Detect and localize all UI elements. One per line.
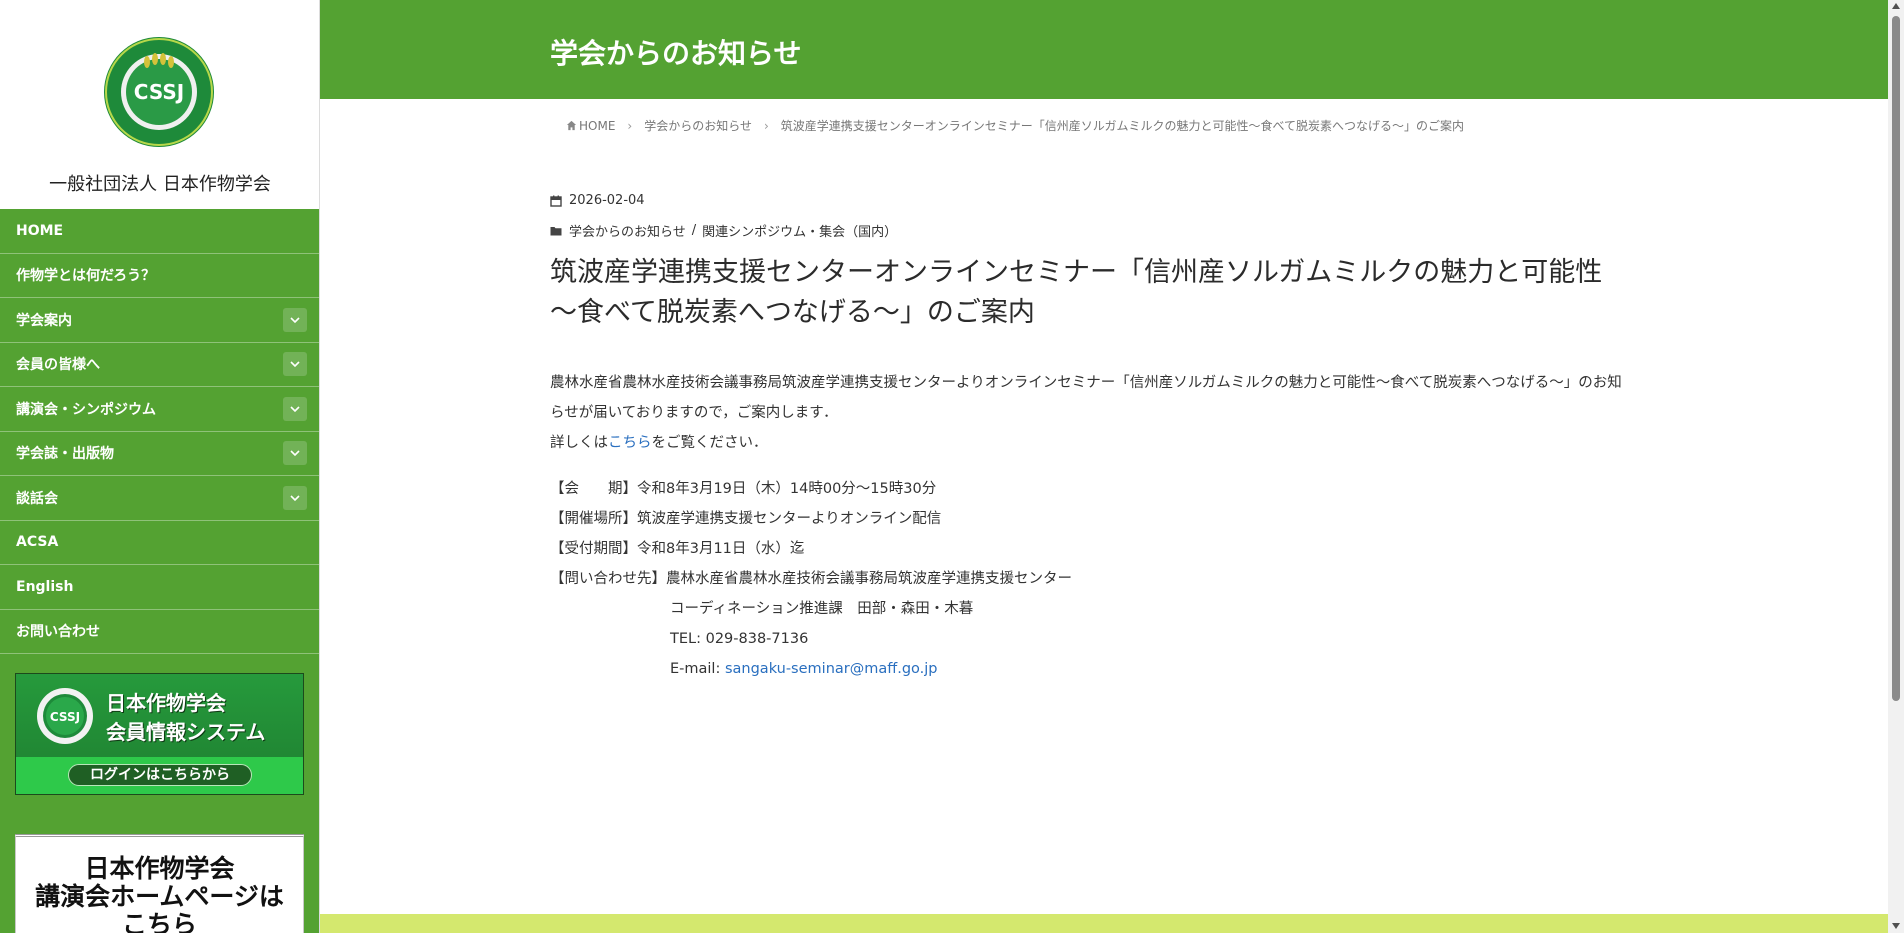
chevron-down-icon[interactable]	[283, 352, 307, 377]
scroll-up-arrow-icon[interactable]	[1892, 3, 1900, 9]
svg-text:CSSJ: CSSJ	[134, 80, 184, 104]
body-paragraph-line1: 農林水産省農林水産技術会議事務局筑波産学連携支援センターよりオンラインセミナー「…	[550, 375, 1622, 391]
event-contact-email: E-mail: sangaku-seminar@maff.go.jp	[550, 654, 1072, 684]
main-nav: HOME 作物学とは何だろう？ 学会案内 会員の皆様へ 講演会・シンポジウム 学…	[0, 209, 319, 654]
nav-item-contact[interactable]: お問い合わせ	[0, 610, 319, 654]
conference-banner-line3: こちら	[121, 910, 197, 933]
breadcrumb: HOME › 学会からのお知らせ › 筑波産学連携支援センターオンラインセミナー…	[566, 117, 1464, 134]
sidebar: CSSJ 一般社団法人 日本作物学会 HOME 作物学とは何だろう？ 学会案内 …	[0, 0, 320, 933]
nav-label: 作物学とは何だろう？	[16, 268, 156, 285]
category-link-symposium[interactable]: 関連シンポジウム・集会（国内）	[702, 221, 897, 240]
conference-banner-line2: 講演会ホームページは	[35, 882, 284, 911]
site-name[interactable]: 一般社団法人 日本作物学会	[0, 170, 319, 196]
body-paragraph: 農林水産省農林水産技術会議事務局筑波産学連携支援センターよりオンラインセミナー「…	[550, 368, 1670, 428]
nav-label: English	[16, 578, 74, 595]
post-categories: 学会からのお知らせ / 関連シンポジウム・集会（国内）	[550, 221, 897, 240]
conference-site-banner[interactable]: 日本作物学会 講演会ホームページは こちら	[15, 834, 304, 933]
breadcrumb-section[interactable]: 学会からのお知らせ	[644, 117, 752, 134]
nav-item-members[interactable]: 会員の皆様へ	[0, 343, 319, 387]
login-button[interactable]: ログインはこちらから	[68, 764, 252, 786]
post-title-line2: 〜食べて脱炭素へつなげる〜」のご案内	[550, 297, 1035, 328]
nav-item-about[interactable]: 学会案内	[0, 298, 319, 343]
scrollbar-thumb[interactable]	[1892, 16, 1900, 701]
footer-strip	[320, 914, 1888, 933]
event-period: 【会 期】令和8年3月19日（木）14時00分〜15時30分	[550, 481, 937, 497]
event-contact: 【問い合わせ先】農林水産省農林水産技術会議事務局筑波産学連携支援センター	[550, 571, 1072, 587]
details-prefix: 詳しくは	[550, 435, 608, 451]
chevron-down-icon[interactable]	[283, 441, 307, 466]
nav-item-acsa[interactable]: ACSA	[0, 521, 319, 565]
category-link-news[interactable]: 学会からのお知らせ	[569, 221, 686, 240]
nav-label: 学会誌・出版物	[16, 446, 114, 463]
breadcrumb-home-label: HOME	[579, 118, 616, 133]
cssj-logo[interactable]: CSSJ	[103, 36, 215, 148]
page-header: 学会からのお知らせ	[320, 0, 1888, 99]
details-link-paragraph: 詳しくはこちらをご覧ください．	[550, 428, 1670, 458]
nav-label: 談話会	[16, 490, 58, 507]
member-banner-line2: 会員情報システム	[106, 720, 266, 744]
cssj-logo-small: CSSJ	[37, 688, 93, 744]
chevron-down-icon[interactable]	[283, 485, 307, 510]
page-header-title: 学会からのお知らせ	[550, 37, 802, 70]
event-registration: 【受付期間】令和8年3月11日（水）迄	[550, 541, 805, 557]
event-contact-dept: コーディネーション推進課 田部・森田・木暮	[670, 601, 974, 617]
conference-banner-line1: 日本作物学会	[84, 854, 235, 883]
home-icon	[566, 120, 577, 130]
nav-label: 講演会・シンポジウム	[16, 401, 156, 418]
event-venue: 【開催場所】筑波産学連携支援センターよりオンライン配信	[550, 511, 942, 527]
details-suffix: をご覧ください．	[651, 435, 768, 451]
brand-area: CSSJ 一般社団法人 日本作物学会	[0, 0, 319, 209]
chevron-down-icon[interactable]	[283, 396, 307, 421]
body-paragraph-line2: らせが届いておりますので，ご案内します．	[550, 405, 838, 421]
post-title: 筑波産学連携支援センターオンラインセミナー「信州産ソルガムミルクの魅力と可能性 …	[550, 253, 1680, 333]
nav-label: HOME	[16, 222, 64, 239]
post-body: 農林水産省農林水産技術会議事務局筑波産学連携支援センターよりオンラインセミナー「…	[550, 368, 1670, 458]
nav-item-conferences[interactable]: 講演会・シンポジウム	[0, 387, 319, 432]
svg-text:CSSJ: CSSJ	[50, 710, 80, 724]
member-system-banner[interactable]: CSSJ 日本作物学会 会員情報システム ログインはこちらから	[15, 673, 304, 795]
page-scrollbar[interactable]	[1888, 0, 1904, 933]
chevron-down-icon[interactable]	[283, 307, 307, 332]
event-details: 【会 期】令和8年3月19日（木）14時00分〜15時30分 【開催場所】筑波産…	[550, 474, 1072, 684]
nav-item-publications[interactable]: 学会誌・出版物	[0, 432, 319, 476]
breadcrumb-home[interactable]: HOME	[566, 119, 615, 133]
breadcrumb-current: 筑波産学連携支援センターオンラインセミナー「信州産ソルガムミルクの魅力と可能性〜…	[780, 119, 1464, 133]
nav-label: 学会案内	[16, 312, 72, 329]
nav-label: 会員の皆様へ	[16, 357, 100, 374]
details-link[interactable]: こちら	[608, 435, 652, 451]
post-date-value: 2026-02-04	[569, 193, 645, 208]
nav-item-discussion[interactable]: 談話会	[0, 476, 319, 521]
post-date: 2026-02-04	[550, 193, 645, 208]
nav-label: お問い合わせ	[16, 624, 100, 641]
breadcrumb-separator-icon: ›	[627, 118, 633, 133]
folder-icon	[550, 226, 562, 235]
category-separator: /	[691, 223, 697, 238]
nav-label: ACSA	[16, 534, 59, 551]
nav-item-english[interactable]: English	[0, 565, 319, 610]
nav-item-what-is-crop-science[interactable]: 作物学とは何だろう？	[0, 254, 319, 298]
nav-item-home[interactable]: HOME	[0, 209, 319, 254]
breadcrumb-separator-icon: ›	[763, 118, 769, 133]
post-title-line1: 筑波産学連携支援センターオンラインセミナー「信州産ソルガムミルクの魅力と可能性	[550, 257, 1603, 288]
member-banner-line1: 日本作物学会	[106, 691, 226, 715]
event-contact-tel: TEL: 029-838-7136	[670, 631, 809, 647]
calendar-icon	[550, 195, 562, 207]
email-prefix: E-mail:	[670, 661, 725, 677]
scroll-down-arrow-icon[interactable]	[1892, 923, 1900, 929]
email-link[interactable]: sangaku-seminar@maff.go.jp	[725, 661, 938, 677]
